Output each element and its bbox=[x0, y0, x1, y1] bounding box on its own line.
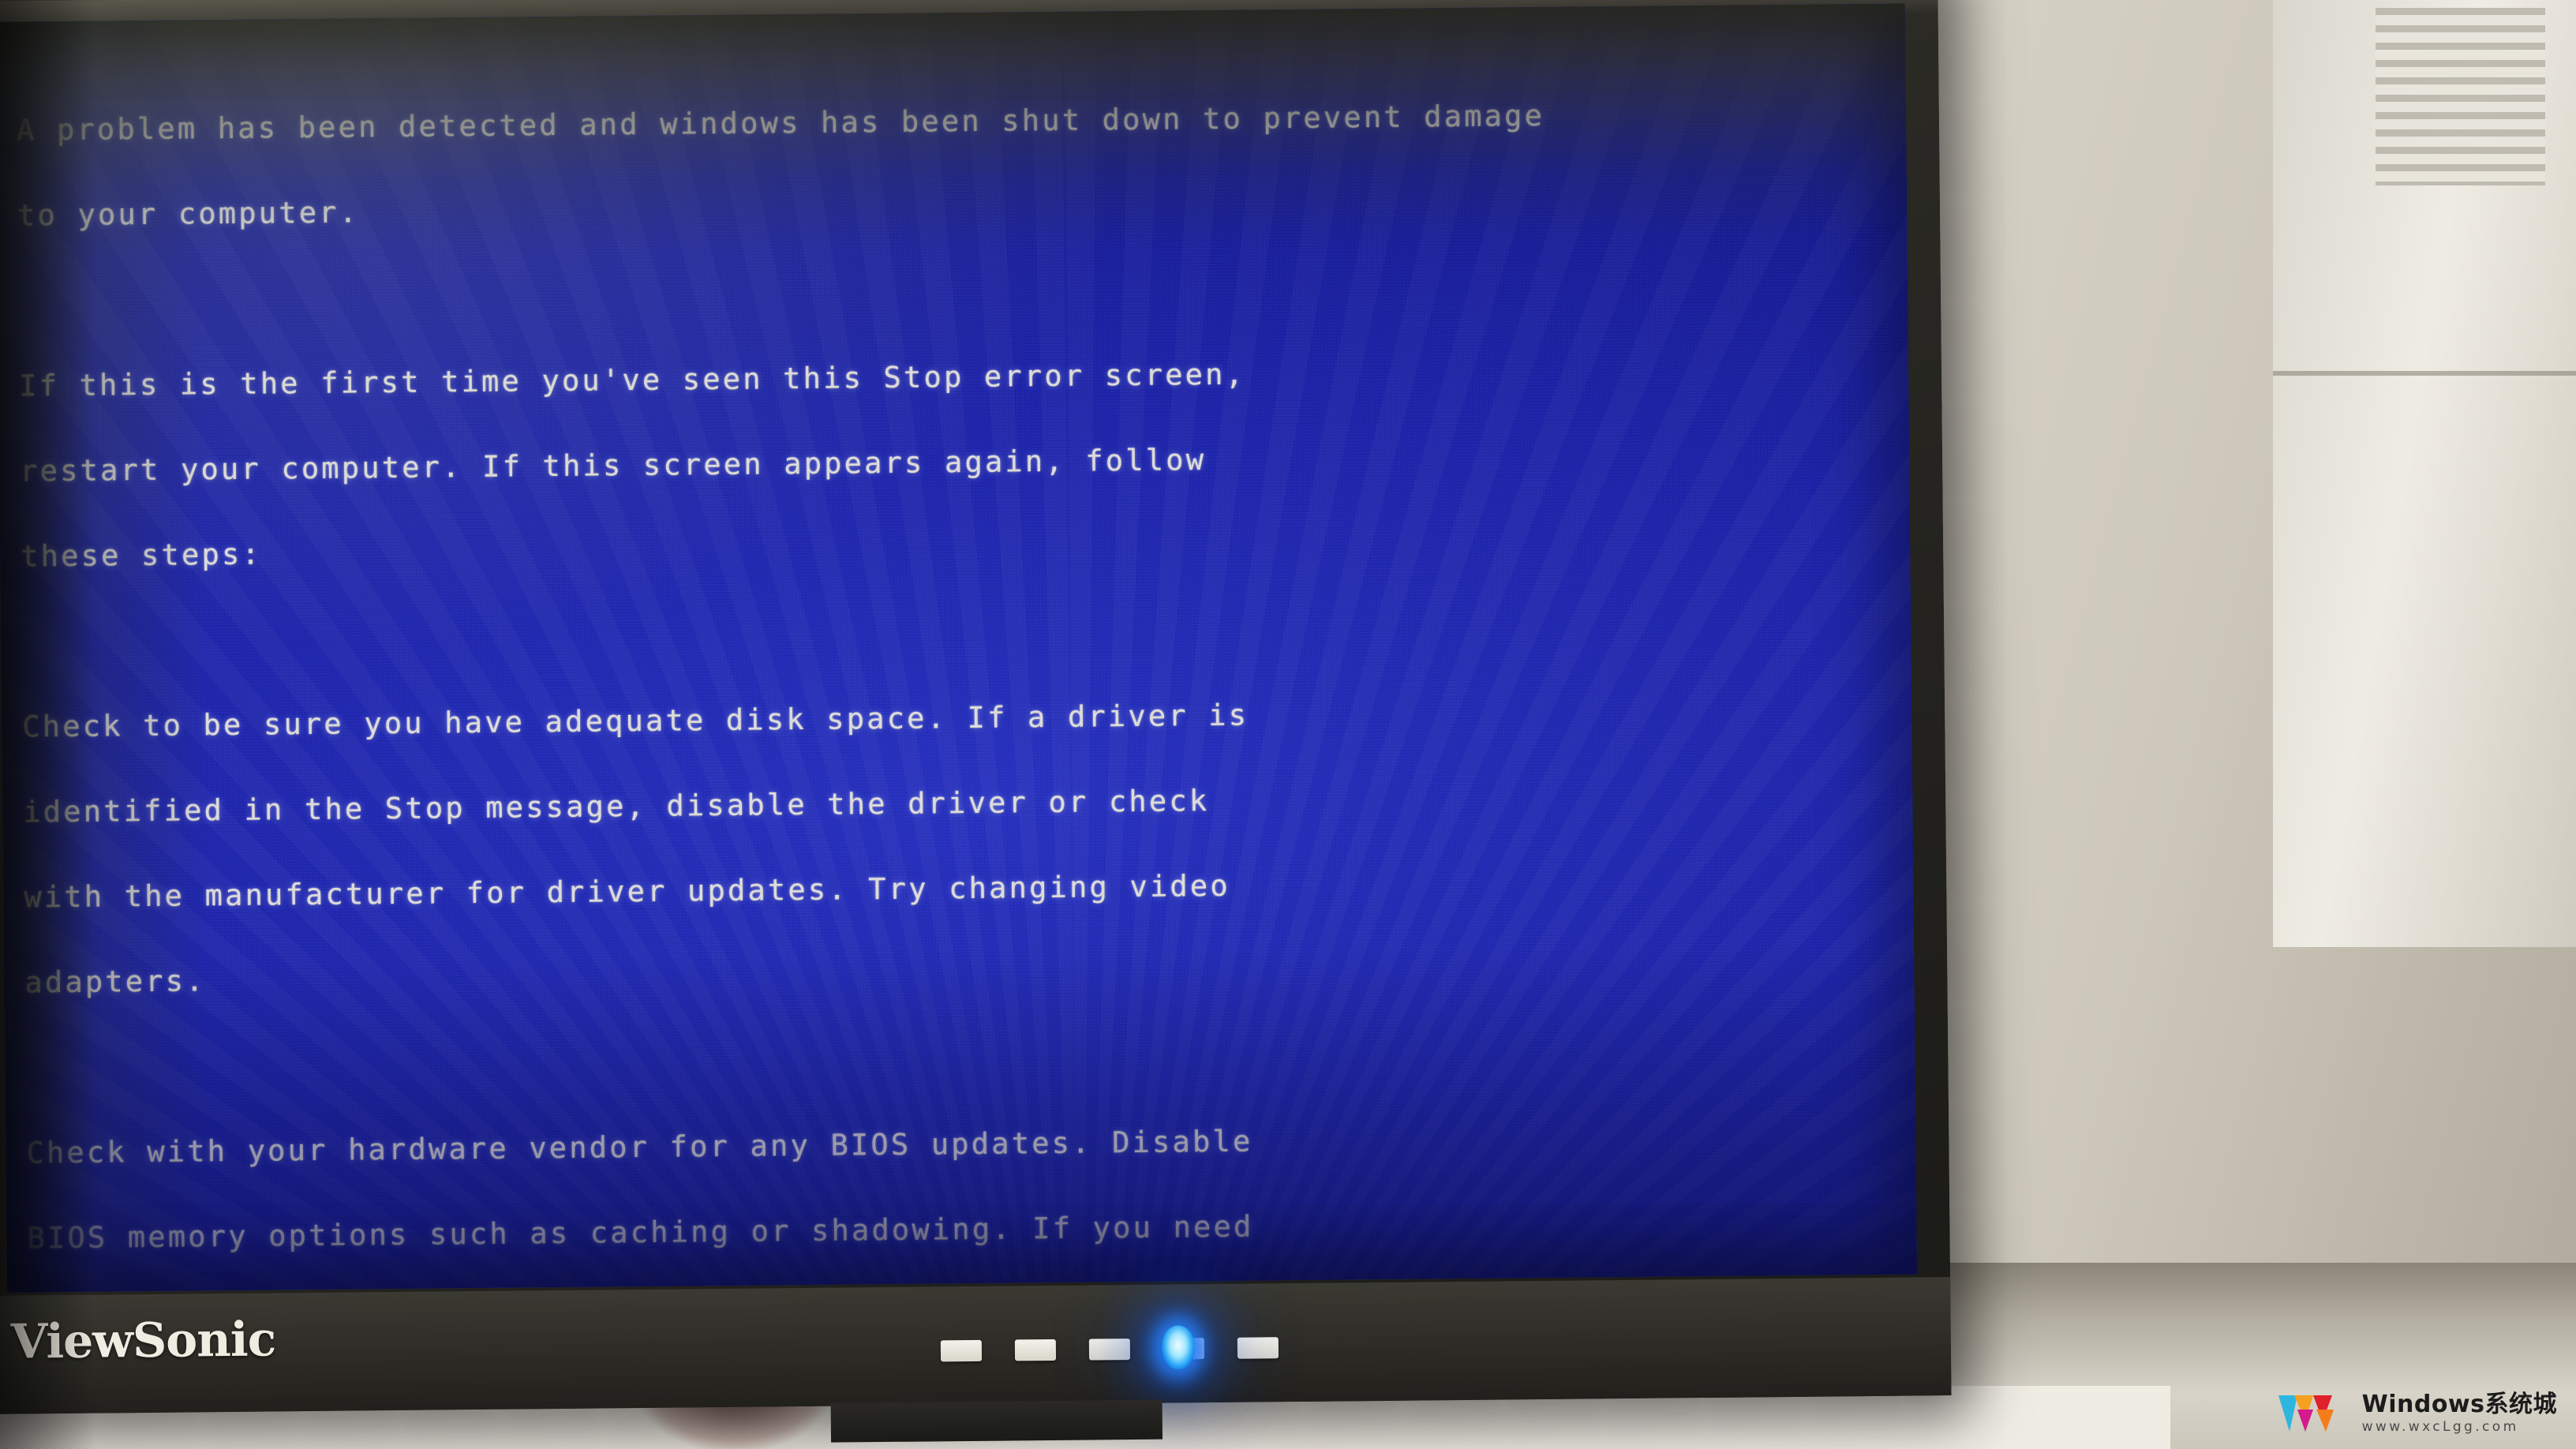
watermark-logo-icon bbox=[2278, 1395, 2334, 1432]
background-edge bbox=[2273, 371, 2576, 376]
background-vent bbox=[2376, 8, 2545, 185]
bezel-button-1[interactable] bbox=[940, 1339, 983, 1362]
watermark-url: www.wxcLgg.com bbox=[2361, 1419, 2519, 1435]
watermark-title: Windows系统城 bbox=[2361, 1391, 2557, 1418]
monitor: A problem has been detected and windows … bbox=[0, 0, 1952, 1443]
left-edge-shadow bbox=[0, 0, 95, 1449]
watermark: Windows系统城 www.wxcLgg.com bbox=[2277, 1392, 2557, 1435]
monitor-screen: A problem has been detected and windows … bbox=[0, 3, 1918, 1293]
screen-vignette bbox=[0, 4, 1917, 1293]
power-led-indicator[interactable] bbox=[1161, 1325, 1196, 1370]
watermark-text: Windows系统城 www.wxcLgg.com bbox=[2362, 1393, 2557, 1434]
bezel-button-5[interactable] bbox=[1237, 1337, 1279, 1359]
photo-scene: A problem has been detected and windows … bbox=[0, 0, 2576, 1449]
bezel-button-strip[interactable] bbox=[940, 1337, 1279, 1362]
bezel-button-3[interactable] bbox=[1088, 1339, 1131, 1361]
bezel-button-2[interactable] bbox=[1014, 1339, 1057, 1361]
monitor-stand-neck bbox=[830, 1399, 1163, 1443]
